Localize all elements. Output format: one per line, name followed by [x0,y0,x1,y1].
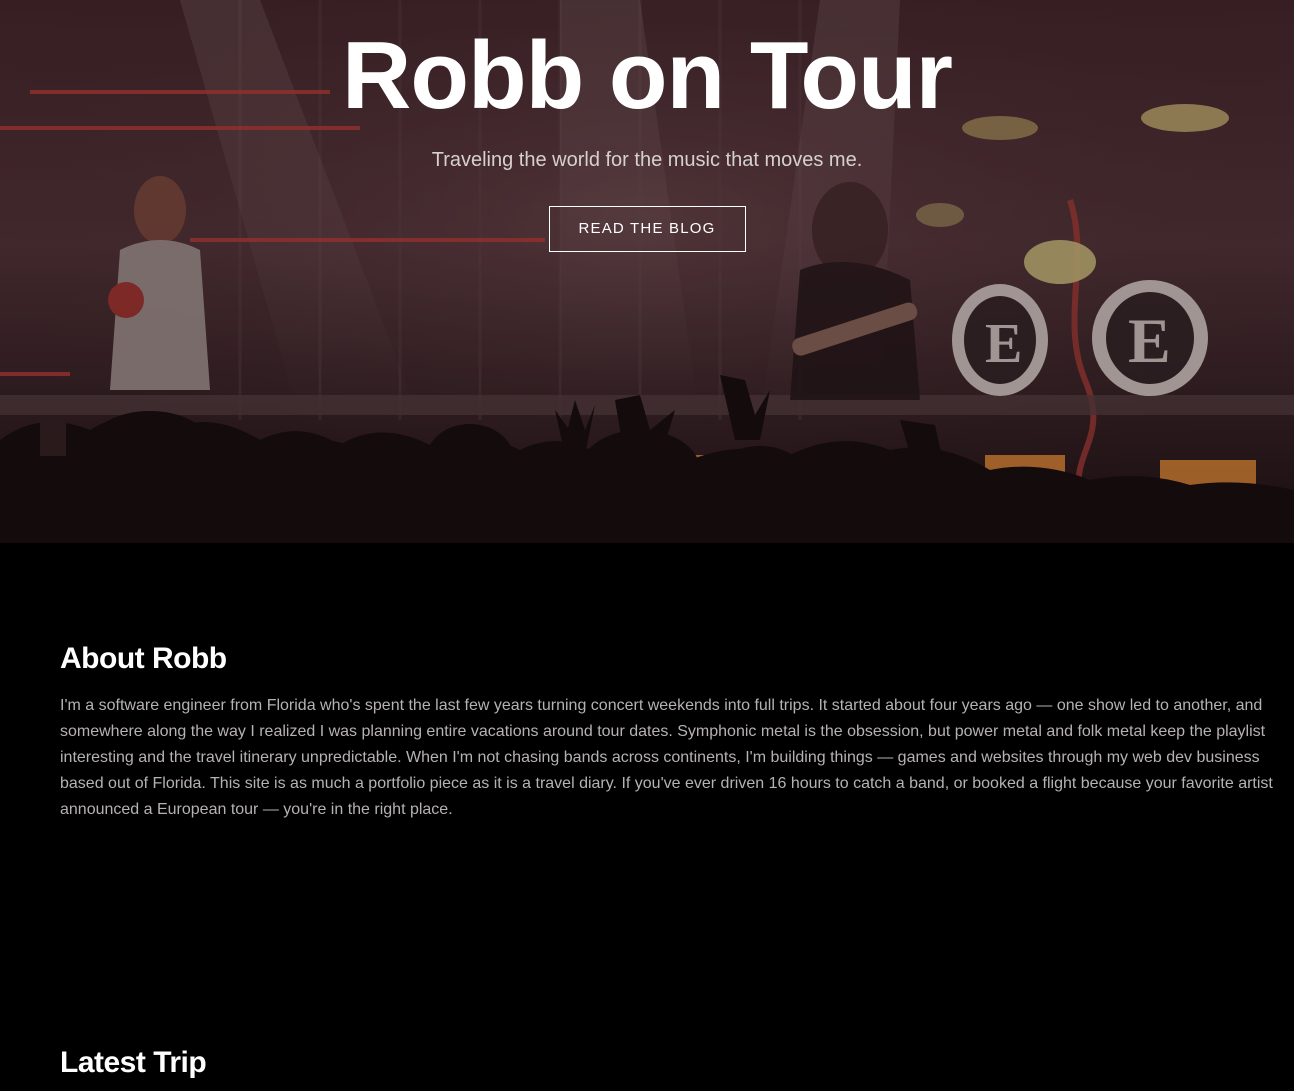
about-heading: About Robb [60,642,227,675]
latest-trip-heading: Latest Trip [60,1046,207,1079]
hero-section: E E Robb on Tour Traveling the world for… [0,0,1294,543]
about-body-text: I'm a software engineer from Florida who… [60,697,1273,818]
about-section: About Robb I'm a software engineer from … [0,543,1294,823]
hero-content: Robb on Tour Traveling the world for the… [0,0,1294,252]
site-tagline: Traveling the world for the music that m… [431,149,863,171]
site-title: Robb on Tour [341,22,953,129]
read-the-blog-button[interactable]: READ THE BLOG [548,206,746,252]
